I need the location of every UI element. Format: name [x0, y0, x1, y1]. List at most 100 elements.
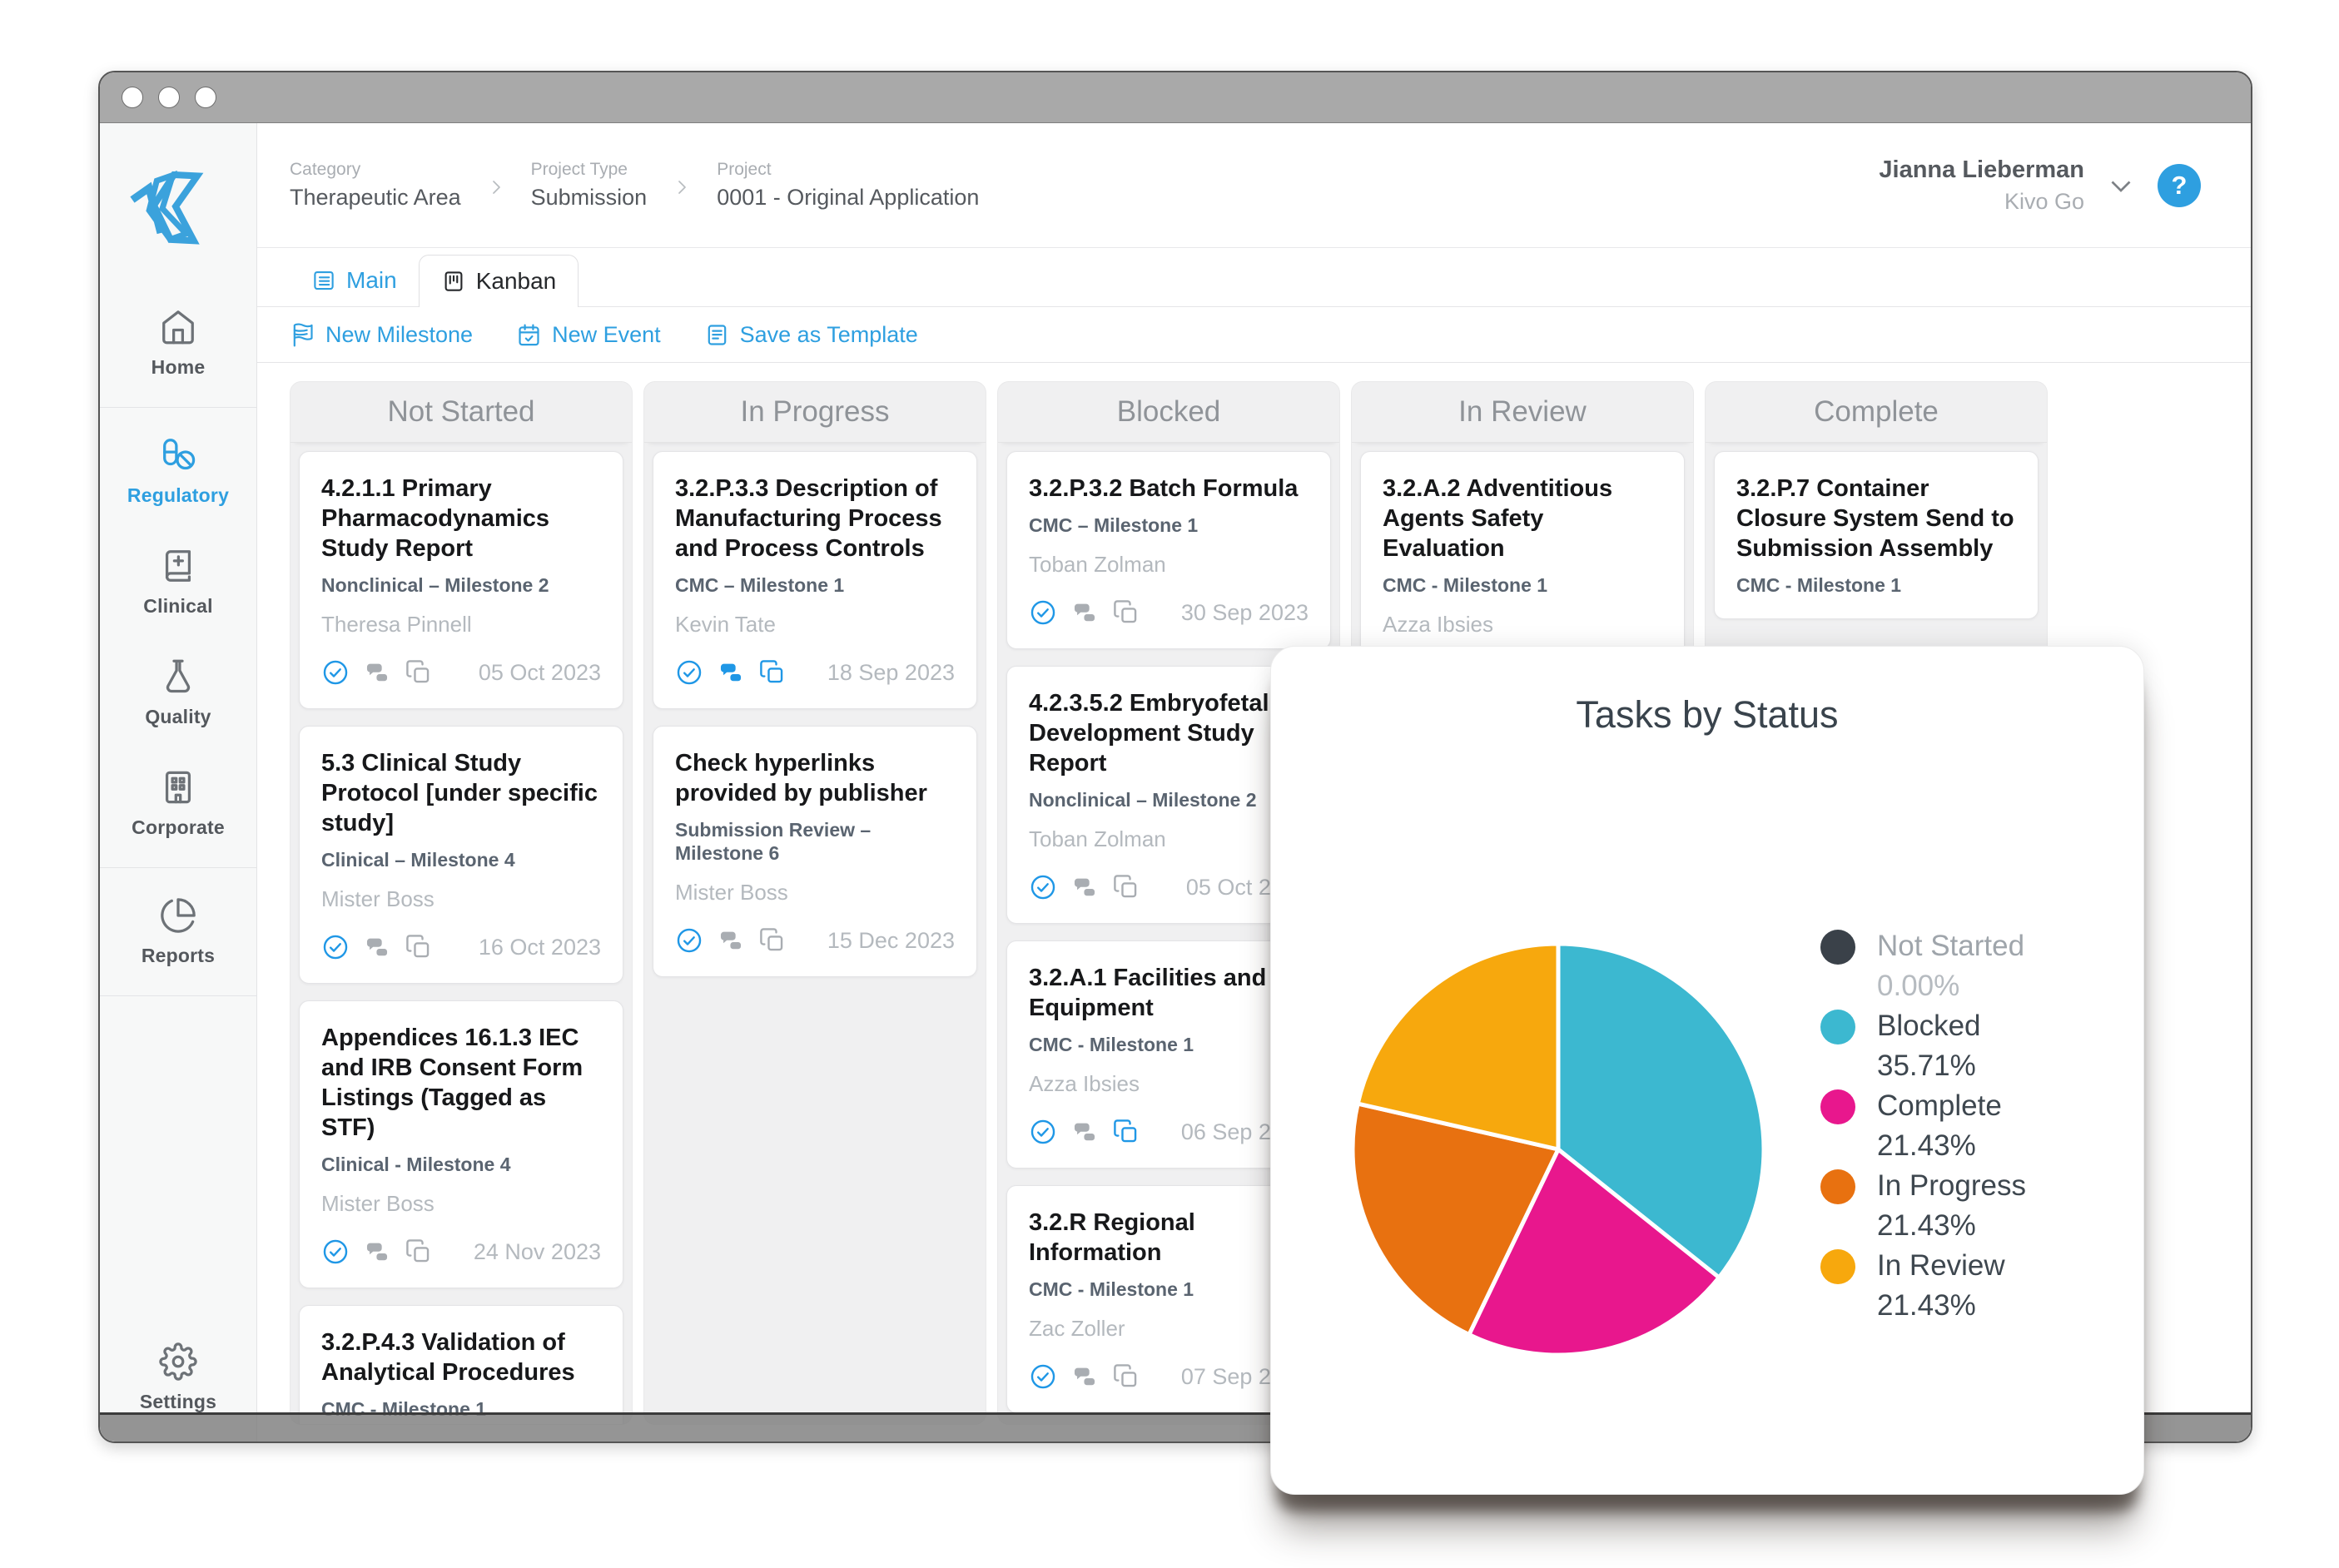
sidebar-item-label: Reports: [142, 945, 215, 967]
check-circle-icon[interactable]: [1029, 1118, 1057, 1146]
tab-main[interactable]: Main: [290, 255, 419, 306]
sidebar-divider: [100, 867, 256, 868]
copy-icon: [1112, 1118, 1140, 1146]
sidebar-item-quality[interactable]: Quality: [100, 638, 256, 748]
comments-icon[interactable]: [717, 926, 745, 955]
comments-icon: [1070, 1118, 1099, 1146]
toolbar-label: New Event: [552, 322, 661, 348]
check-circle-icon[interactable]: [321, 1238, 350, 1266]
task-card[interactable]: 4.2.1.1 Primary Pharmacodynamics Study R…: [299, 451, 623, 709]
window-close-button[interactable]: [122, 87, 143, 108]
kanban-column-title: In Progress: [644, 382, 986, 443]
comments-icon[interactable]: [1070, 873, 1099, 901]
tab-bar: Main Kanban: [257, 248, 2251, 307]
check-circle-icon[interactable]: [321, 933, 350, 961]
sidebar-item-regulatory[interactable]: Regulatory: [100, 416, 256, 527]
chevron-right-icon: [486, 177, 506, 197]
toolbar-label: Save as Template: [740, 322, 918, 348]
check-circle-icon[interactable]: [675, 926, 703, 955]
copy-icon[interactable]: [1112, 1362, 1140, 1391]
breadcrumb-value: Submission: [531, 185, 648, 211]
task-card-assignee: Azza Ibsies: [1383, 612, 1662, 637]
comments-icon[interactable]: [1070, 598, 1099, 627]
tab-label: Main: [346, 267, 397, 294]
task-card-title: 4.2.1.1 Primary Pharmacodynamics Study R…: [321, 474, 601, 563]
kanban-column-cards: 3.2.A.2 Adventitious Agents Safety Evalu…: [1352, 443, 1693, 676]
pie-chart-svg: [1342, 933, 1775, 1366]
kanban-column-cards: 4.2.1.1 Primary Pharmacodynamics Study R…: [291, 443, 632, 1425]
toolbar-new-event-button[interactable]: New Event: [516, 322, 661, 348]
task-card-milestone: Nonclinical – Milestone 2: [1029, 788, 1309, 811]
legend-color-dot: [1820, 1089, 1855, 1124]
task-card[interactable]: 5.3 Clinical Study Protocol [under speci…: [299, 726, 623, 984]
legend-color-dot: [1820, 1169, 1855, 1204]
task-card[interactable]: Appendices 16.1.3 IEC and IRB Consent Fo…: [299, 1000, 623, 1288]
copy-icon[interactable]: [758, 926, 787, 955]
sidebar-divider: [100, 995, 256, 996]
breadcrumb-item[interactable]: Project0001 - Original Application: [717, 160, 979, 211]
task-card-status-icons: [675, 658, 787, 687]
chevron-down-icon[interactable]: [2106, 171, 2136, 201]
sidebar-item-reports[interactable]: Reports: [100, 876, 256, 987]
legend-label: Blocked: [1877, 1006, 1981, 1046]
toolbar-new-milestone-button[interactable]: New Milestone: [290, 322, 473, 348]
check-circle-icon: [1029, 598, 1057, 627]
check-circle-icon[interactable]: [321, 658, 350, 687]
copy-icon: [1112, 1362, 1140, 1391]
header-bar: CategoryTherapeutic Area Project Type Subm…: [257, 123, 2251, 248]
copy-icon[interactable]: [758, 658, 787, 687]
task-card-title: 3.2.A.2 Adventitious Agents Safety Evalu…: [1383, 474, 1662, 563]
chevron-right-icon: [672, 174, 692, 197]
medical-book-icon: [159, 547, 197, 585]
check-circle-icon[interactable]: [1029, 873, 1057, 901]
check-circle-icon[interactable]: [1029, 1362, 1057, 1391]
sidebar-item-corporate[interactable]: Corporate: [100, 748, 256, 859]
comments-icon[interactable]: [717, 658, 745, 687]
task-card[interactable]: 3.2.A.2 Adventitious Agents Safety Evalu…: [1360, 451, 1685, 659]
comments-icon[interactable]: [1070, 1118, 1099, 1146]
sidebar-item-clinical[interactable]: Clinical: [100, 527, 256, 638]
legend-item-in-progress: In Progress21.43%: [1820, 1166, 2026, 1246]
comments-icon[interactable]: [363, 658, 391, 687]
comments-icon[interactable]: [363, 933, 391, 961]
legend-item-not-started: Not Started0.00%: [1820, 926, 2026, 1006]
help-button[interactable]: ?: [2158, 164, 2201, 207]
breadcrumb-label: Project Type: [531, 160, 648, 180]
breadcrumb-item[interactable]: Project Type Submission: [531, 160, 648, 211]
breadcrumb-item[interactable]: CategoryTherapeutic Area: [290, 160, 461, 211]
task-card[interactable]: 3.2.P.3.2 Batch FormulaCMC – Milestone 1…: [1006, 451, 1331, 649]
window-minimize-button[interactable]: [158, 87, 180, 108]
task-card[interactable]: 3.2.P.4.3 Validation of Analytical Proce…: [299, 1305, 623, 1425]
tab-kanban[interactable]: Kanban: [419, 255, 579, 307]
legend-color-dot: [1820, 930, 1855, 965]
copy-icon[interactable]: [1112, 1118, 1140, 1146]
kivo-logo[interactable]: [100, 123, 256, 288]
sidebar: Home RegulatoryClinicalQualityCorporate Re…: [100, 123, 257, 1441]
sidebar-divider: [100, 407, 256, 408]
breadcrumb-value: 0001 - Original Application: [717, 185, 979, 211]
task-card[interactable]: 3.2.P.3.3 Description of Manufacturing P…: [653, 451, 977, 709]
check-circle-icon: [1029, 1118, 1057, 1146]
sidebar-item-home[interactable]: Home: [100, 288, 256, 399]
save-template-icon: [704, 322, 730, 348]
legend-label: Not Started: [1877, 926, 2024, 966]
check-circle-icon: [675, 658, 703, 687]
check-circle-icon[interactable]: [675, 658, 703, 687]
task-card[interactable]: Check hyperlinks provided by publisherSu…: [653, 726, 977, 977]
comments-icon[interactable]: [363, 1238, 391, 1266]
copy-icon[interactable]: [405, 1238, 433, 1266]
copy-icon[interactable]: [405, 933, 433, 961]
legend-label: In Progress: [1877, 1166, 2026, 1206]
copy-icon[interactable]: [405, 658, 433, 687]
breadcrumb-label: Category: [290, 160, 461, 180]
task-card-footer: 24 Nov 2023: [321, 1238, 601, 1266]
toolbar-save-as-template-button[interactable]: Save as Template: [704, 322, 918, 348]
window-zoom-button[interactable]: [195, 87, 216, 108]
task-card[interactable]: 3.2.P.7 Container Closure System Send to…: [1714, 451, 2039, 619]
copy-icon[interactable]: [1112, 598, 1140, 627]
task-card-footer: 18 Sep 2023: [675, 658, 955, 687]
comments-icon[interactable]: [1070, 1362, 1099, 1391]
copy-icon[interactable]: [1112, 873, 1140, 901]
user-menu[interactable]: Jianna Lieberman Kivo Go: [1879, 156, 2084, 215]
check-circle-icon[interactable]: [1029, 598, 1057, 627]
